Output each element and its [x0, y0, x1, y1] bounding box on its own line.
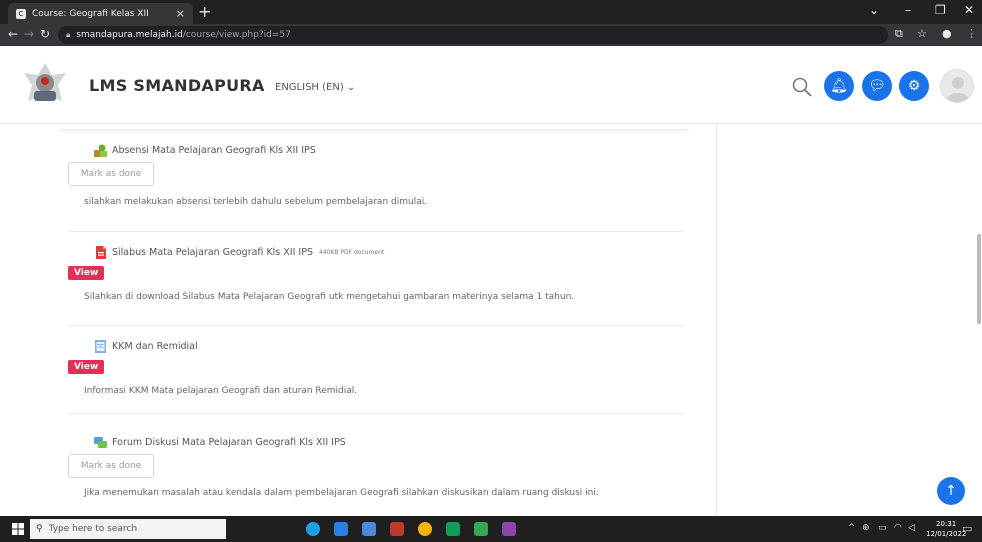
forum-icon: [94, 437, 107, 448]
window-close-button[interactable]: ✕: [964, 3, 974, 17]
school-logo-icon[interactable]: [22, 61, 68, 107]
url-path: /course/view.php?id=57: [182, 30, 291, 40]
user-avatar-icon: [946, 77, 970, 102]
attendance-icon: [94, 144, 107, 157]
user-avatar[interactable]: [940, 69, 974, 103]
back-arrow-icon[interactable]: ←: [8, 27, 18, 41]
bell-icon: 🔔︎: [830, 78, 848, 94]
activity-separator: [68, 325, 684, 326]
search-icon: ⚲: [36, 524, 43, 534]
clock-time: 20:31: [936, 520, 957, 528]
activity-item: Absensi Mata Pelajaran Geografi Kls XII …: [68, 144, 684, 232]
pdf-icon: [96, 246, 106, 259]
network-icon[interactable]: ⊕: [862, 523, 870, 533]
activity-item: Forum Diskusi Mata Pelajaran Geografi Kl…: [68, 436, 684, 516]
arrow-up-icon: ↑: [945, 483, 957, 499]
window-maximize-button[interactable]: ❐: [935, 3, 946, 17]
browser-tab-strip: C Course: Geografi Kelas XII × + ⌄ – ❐ ✕: [0, 0, 982, 24]
browser-toolbar: ← → ↻ 🔒︎ smandapura.melajah.id/course/vi…: [0, 24, 982, 46]
page-icon: [95, 340, 106, 353]
file-explorer-icon[interactable]: [334, 522, 348, 536]
taskbar-clock[interactable]: 20:31 12/01/2022: [926, 519, 966, 539]
back-to-top-button[interactable]: ↑: [937, 477, 965, 505]
course-content: Absensi Mata Pelajaran Geografi Kls XII …: [0, 124, 982, 516]
settings-button[interactable]: ⚙: [899, 71, 929, 101]
page-scrollbar[interactable]: [977, 234, 981, 324]
powerpoint-app-icon[interactable]: [390, 522, 404, 536]
notification-center-icon[interactable]: ▭: [962, 522, 972, 535]
activity-title[interactable]: Forum Diskusi Mata Pelajaran Geografi Kl…: [112, 437, 346, 448]
windows-start-icon[interactable]: [12, 523, 24, 535]
language-selector[interactable]: ENGLISH (EN) ⌄: [275, 82, 355, 93]
activity-title[interactable]: Absensi Mata Pelajaran Geografi Kls XII …: [112, 145, 316, 156]
edge-app-icon[interactable]: [306, 522, 320, 536]
chat-icon: 💬︎: [868, 78, 886, 94]
taskbar-search-placeholder: Type here to search: [48, 524, 138, 534]
battery-icon[interactable]: ▭: [878, 523, 887, 533]
activity-description: silahkan melakukan absensi terlebih dahu…: [84, 197, 428, 207]
activity-item: KKM dan Remidial View Informasi KKM Mata…: [68, 340, 684, 414]
search-icon[interactable]: [791, 76, 813, 98]
activity-link[interactable]: KKM dan Remidial: [94, 340, 198, 353]
view-badge-button[interactable]: View: [68, 266, 105, 280]
tab-favicon-icon: C: [16, 8, 26, 19]
new-tab-button[interactable]: +: [198, 2, 211, 21]
translate-icon[interactable]: ⧉: [895, 27, 903, 41]
profile-icon[interactable]: ●: [942, 27, 952, 40]
clock-date: 12/01/2022: [926, 530, 967, 538]
activity-separator: [68, 231, 684, 232]
volume-icon[interactable]: ◁: [908, 523, 915, 533]
tab-title: Course: Geografi Kelas XII: [32, 8, 149, 19]
messages-button[interactable]: 💬︎: [862, 71, 892, 101]
taskbar-search-input[interactable]: ⚲ Type here to search: [30, 519, 226, 539]
wifi-icon[interactable]: ◠: [894, 523, 902, 533]
mark-as-done-button[interactable]: Mark as done: [68, 454, 154, 478]
site-header: LMS SMANDAPURA ENGLISH (EN) ⌄ 🔔︎ 💬︎ ⚙: [0, 46, 982, 124]
activity-link[interactable]: Absensi Mata Pelajaran Geografi Kls XII …: [94, 144, 316, 157]
activity-link[interactable]: Forum Diskusi Mata Pelajaran Geografi Kl…: [94, 436, 346, 449]
reload-icon[interactable]: ↻: [40, 27, 50, 41]
browser-tab[interactable]: C Course: Geografi Kelas XII ×: [8, 3, 193, 24]
tray-chevron-icon[interactable]: ^: [848, 523, 856, 533]
forward-arrow-icon[interactable]: →: [24, 27, 34, 41]
activity-title[interactable]: KKM dan Remidial: [112, 341, 198, 352]
notifications-button[interactable]: 🔔︎: [824, 71, 854, 101]
tab-search-chevron-icon[interactable]: ⌄: [869, 3, 879, 17]
activity-file-info: 440KB PDF document: [318, 249, 385, 256]
app-icon[interactable]: [446, 522, 460, 536]
bookmark-star-icon[interactable]: ☆: [917, 27, 927, 40]
tab-close-icon[interactable]: ×: [176, 7, 185, 20]
view-badge-button[interactable]: View: [68, 360, 105, 374]
windows-taskbar: ⚲ Type here to search ^ ⊕ ▭ ◠ ◁ 20:31 12…: [0, 516, 982, 542]
app-icon-3[interactable]: [502, 522, 516, 536]
gear-icon: ⚙: [907, 78, 921, 94]
activity-link[interactable]: Silabus Mata Pelajaran Geografi Kls XII …: [94, 246, 384, 259]
chrome-app-icon[interactable]: [418, 522, 432, 536]
activity-item: Silabus Mata Pelajaran Geografi Kls XII …: [68, 246, 684, 326]
lock-icon: 🔒︎: [66, 30, 71, 39]
address-bar[interactable]: 🔒︎ smandapura.melajah.id/course/view.php…: [58, 26, 888, 44]
activity-title[interactable]: Silabus Mata Pelajaran Geografi Kls XII …: [112, 247, 313, 258]
mark-as-done-button[interactable]: Mark as done: [68, 162, 154, 186]
window-minimize-button[interactable]: –: [905, 3, 911, 17]
site-name[interactable]: LMS SMANDAPURA: [89, 76, 265, 95]
app-icon-2[interactable]: [474, 522, 488, 536]
activity-description: Informasi KKM Mata pelajaran Geografi da…: [84, 386, 358, 396]
previous-section-edge: [60, 124, 688, 130]
url-host: smandapura.melajah.id: [76, 30, 183, 40]
activity-description: Jika menemukan masalah atau kendala dala…: [84, 488, 599, 498]
store-app-icon[interactable]: [362, 522, 376, 536]
right-column-divider: [716, 124, 717, 516]
browser-menu-icon[interactable]: ⋮: [966, 27, 977, 40]
activity-description: Silahkan di download Silabus Mata Pelaja…: [84, 292, 575, 302]
activity-separator: [68, 413, 684, 414]
